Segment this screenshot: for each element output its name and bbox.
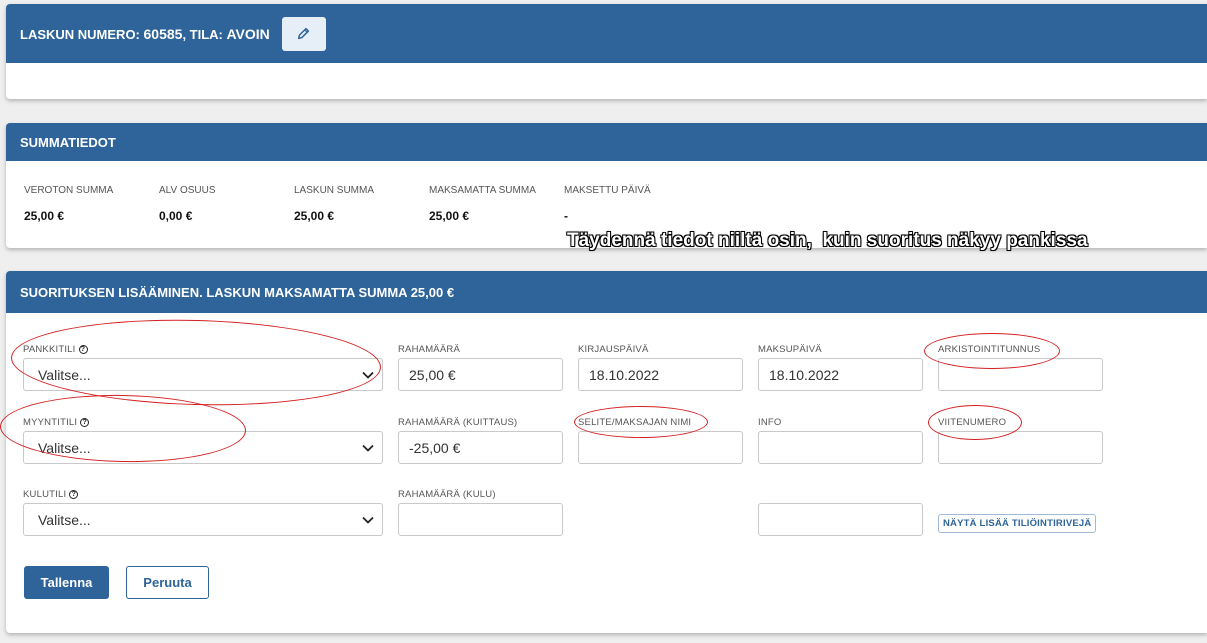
selite-input[interactable]: [578, 431, 743, 464]
summary-value: 25,00 €: [24, 209, 65, 223]
rahamaara-kuittaus-input[interactable]: -25,00 €: [398, 431, 563, 464]
summary-value: 25,00 €: [429, 209, 470, 223]
extra-field: [758, 488, 923, 536]
chevron-down-icon: [362, 444, 374, 452]
summary-item-maksamatta: MAKSAMATTA SUMMA 25,00 €: [429, 185, 564, 223]
pankkitili-select[interactable]: Valitse...: [23, 358, 383, 391]
rahamaara-input[interactable]: 25,00 €: [398, 358, 563, 391]
invoice-title: LASKUN NUMERO: 60585, TILA: AVOIN: [20, 26, 270, 42]
arkistointitunnus-field: ARKISTOINTITUNNUS: [938, 343, 1103, 391]
summary-item-alv: ALV OSUUS 0,00 €: [159, 185, 294, 223]
invoice-title-prefix: LASKUN NUMERO:: [20, 26, 144, 42]
summary-value: 0,00 €: [159, 209, 193, 223]
pankkitili-field: PANKKITILI? Valitse...: [23, 343, 383, 391]
kirjauspaiva-input[interactable]: 18.10.2022: [578, 358, 743, 391]
maksupaiva-input[interactable]: 18.10.2022: [758, 358, 923, 391]
kulutili-label: KULUTILI: [23, 488, 67, 500]
summary-label: LASKUN SUMMA: [294, 185, 375, 196]
help-icon[interactable]: ?: [80, 417, 90, 427]
kirjauspaiva-field: KIRJAUSPÄIVÄ 18.10.2022: [578, 343, 743, 391]
kirjauspaiva-label: KIRJAUSPÄIVÄ: [578, 343, 649, 355]
summary-item-maksettu-paiva: MAKSETTU PÄIVÄ -: [564, 185, 699, 223]
cancel-button[interactable]: Peruuta: [126, 566, 209, 599]
summary-item-veroton: VEROTON SUMMA 25,00 €: [24, 185, 159, 223]
summary-label: MAKSETTU PÄIVÄ: [564, 185, 651, 196]
pankkitili-label-wrap: PANKKITILI?: [23, 343, 383, 355]
summary-header: SUMMATIEDOT: [6, 123, 1207, 161]
rahamaara-kulu-input[interactable]: [398, 503, 563, 536]
help-icon[interactable]: ?: [69, 489, 79, 499]
kulutili-value: Valitse...: [38, 511, 91, 528]
rahamaara-kulu-field: RAHAMÄÄRÄ (KULU): [398, 488, 563, 536]
pankkitili-value: Valitse...: [38, 366, 91, 383]
selite-label: SELITE/MAKSAJAN NIMI: [578, 416, 692, 428]
invoice-state: AVOIN: [226, 25, 270, 42]
myyntitili-select[interactable]: Valitse...: [23, 431, 383, 464]
summary-item-laskun-summa: LASKUN SUMMA 25,00 €: [294, 185, 429, 223]
pankkitili-label: PANKKITILI: [23, 343, 76, 355]
myyntitili-label: MYYNTITILI: [23, 416, 78, 428]
save-button[interactable]: Tallenna: [24, 566, 109, 599]
invoice-header-bar: LASKUN NUMERO: 60585, TILA: AVOIN: [6, 4, 1207, 63]
kulutili-label-wrap: KULUTILI?: [23, 488, 383, 500]
selite-field: SELITE/MAKSAJAN NIMI: [578, 416, 743, 464]
viitenumero-label: VIITENUMERO: [938, 416, 1007, 428]
rahamaara-kulu-label: RAHAMÄÄRÄ (KULU): [398, 488, 496, 500]
rahamaara-kuittaus-label: RAHAMÄÄRÄ (KUITTAUS): [398, 416, 518, 428]
summary-label: VEROTON SUMMA: [24, 185, 114, 196]
viitenumero-input[interactable]: [938, 431, 1103, 464]
viitenumero-field: VIITENUMERO: [938, 416, 1103, 464]
myyntitili-label-wrap: MYYNTITILI?: [23, 416, 383, 428]
summary-value: 25,00 €: [294, 209, 335, 223]
payment-header: SUORITUKSEN LISÄÄMINEN. LASKUN MAKSAMATT…: [6, 271, 1207, 313]
myyntitili-value: Valitse...: [38, 439, 91, 456]
rahamaara-kuittaus-field: RAHAMÄÄRÄ (KUITTAUS) -25,00 €: [398, 416, 563, 464]
maksupaiva-label: MAKSUPÄIVÄ: [758, 343, 822, 355]
info-label: INFO: [758, 416, 782, 428]
summary-label: MAKSAMATTA SUMMA: [429, 185, 536, 196]
chevron-down-icon: [362, 516, 374, 524]
kulutili-field: KULUTILI? Valitse...: [23, 488, 383, 536]
arkistointitunnus-input[interactable]: [938, 358, 1103, 391]
rahamaara-label: RAHAMÄÄRÄ: [398, 343, 460, 355]
kulutili-select[interactable]: Valitse...: [23, 503, 383, 536]
invoice-state-prefix: , TILA:: [182, 26, 227, 42]
annotation-text: Täydennä tiedot niiltä osin, kuin suorit…: [567, 230, 1088, 251]
arkistointitunnus-label: ARKISTOINTITUNNUS: [938, 343, 1041, 355]
show-more-rows-button[interactable]: NÄYTÄ LISÄÄ TILIÖINTIRIVEJÄ: [938, 514, 1097, 533]
myyntitili-field: MYYNTITILI? Valitse...: [23, 416, 383, 464]
chevron-down-icon: [362, 371, 374, 379]
edit-button[interactable]: [281, 16, 326, 51]
extra-input[interactable]: [758, 503, 923, 536]
invoice-number: 60585: [143, 25, 183, 42]
info-input[interactable]: [758, 431, 923, 464]
maksupaiva-field: MAKSUPÄIVÄ 18.10.2022: [758, 343, 923, 391]
pencil-icon: [298, 27, 310, 40]
invoice-header-panel: LASKUN NUMERO: 60585, TILA: AVOIN: [6, 4, 1207, 99]
summary-value: -: [564, 209, 568, 223]
info-field: INFO: [758, 416, 923, 464]
summary-label: ALV OSUUS: [159, 185, 216, 196]
extra-label: [758, 488, 923, 500]
help-icon[interactable]: ?: [78, 344, 88, 354]
rahamaara-field: RAHAMÄÄRÄ 25,00 €: [398, 343, 563, 391]
payment-panel: SUORITUKSEN LISÄÄMINEN. LASKUN MAKSAMATT…: [6, 271, 1207, 633]
